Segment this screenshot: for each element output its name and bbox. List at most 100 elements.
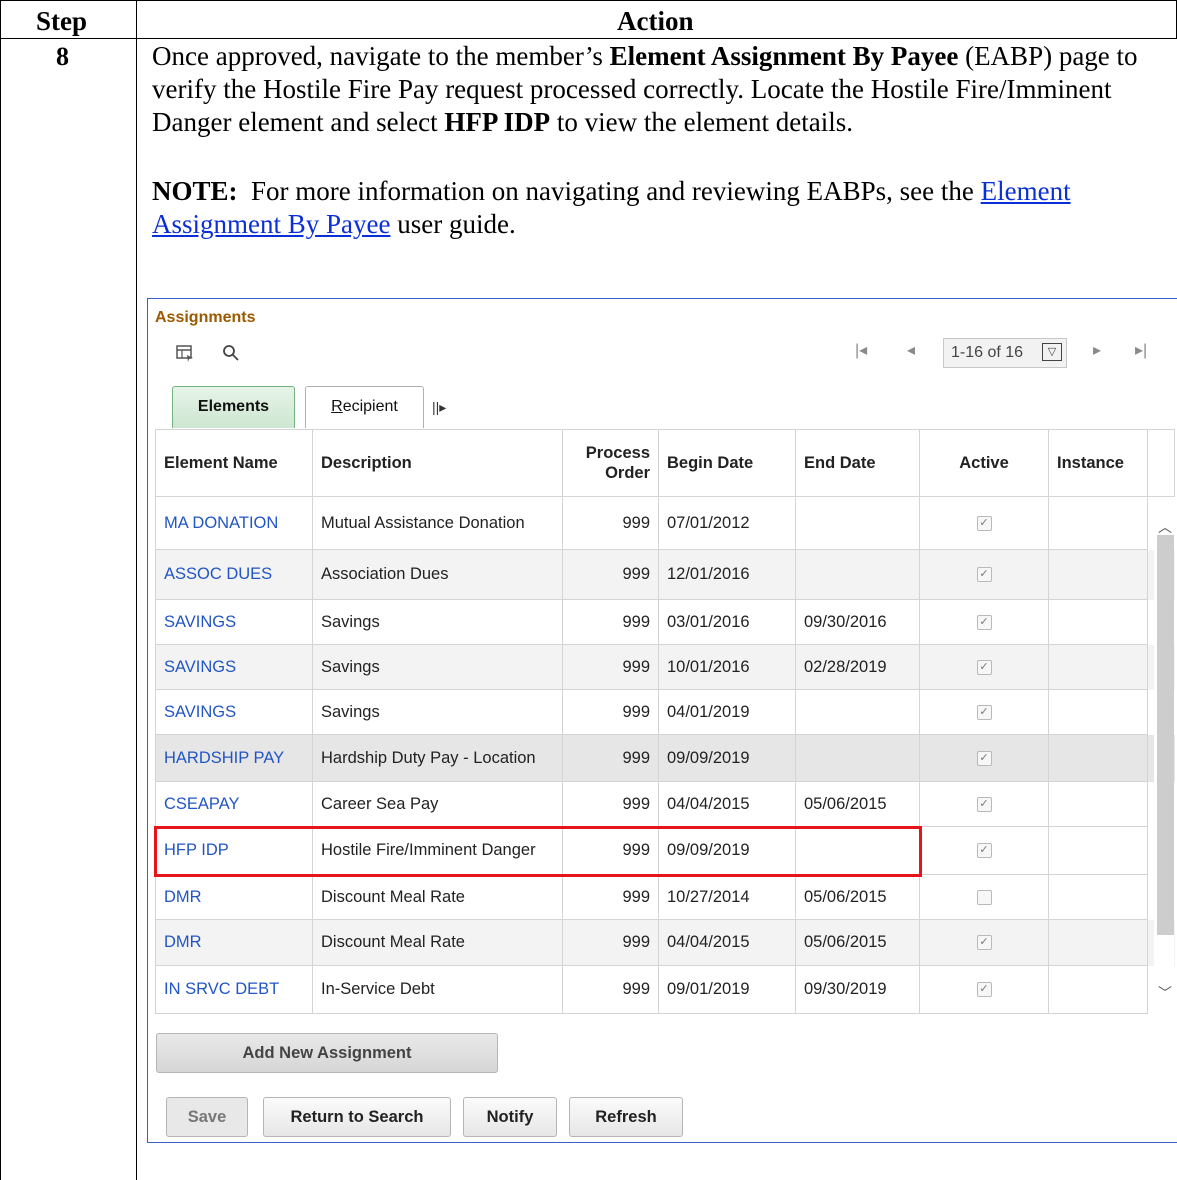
page-range-text: 1-16 of 16: [951, 344, 1024, 361]
notify-button[interactable]: Notify: [463, 1097, 557, 1137]
element-name-link[interactable]: MA DONATION: [164, 514, 278, 532]
description-cell: Hardship Duty Pay - Location: [312, 734, 563, 782]
element-name-cell: HFP IDP: [155, 826, 313, 875]
table-row[interactable]: IN SRVC DEBT In-Service Debt 999 09/01/2019…: [155, 965, 1175, 1014]
element-name-cell: IN SRVC DEBT: [155, 965, 313, 1014]
element-name-link[interactable]: IN SRVC DEBT: [164, 980, 279, 998]
refresh-button[interactable]: Refresh: [569, 1097, 683, 1137]
instance-cell: [1048, 874, 1148, 920]
instruction-text: Once approved, navigate to the member’s: [152, 41, 610, 71]
element-name-link[interactable]: ASSOC DUES: [164, 565, 272, 583]
element-name-cell: DMR: [155, 919, 313, 966]
checkbox-checked-icon: ✓: [976, 515, 992, 531]
table-left-border: [0, 0, 1, 38]
element-name-cell: DMR: [155, 874, 313, 920]
grid-header-row: Element Name Description Process Order B…: [155, 429, 1175, 497]
show-all-columns-icon[interactable]: ||▸: [432, 399, 446, 416]
col-description[interactable]: Description: [312, 429, 563, 497]
active-cell: ✓: [919, 599, 1049, 645]
active-cell: ✓: [919, 496, 1049, 550]
previous-page-icon[interactable]: ◂: [907, 340, 915, 360]
col-end-date[interactable]: End Date: [795, 429, 920, 497]
table-row[interactable]: HARDSHIP PAY Hardship Duty Pay - Location…: [155, 734, 1175, 782]
table-row[interactable]: MA DONATION Mutual Assistance Donation 999…: [155, 496, 1175, 550]
last-page-icon[interactable]: ▸|: [1135, 340, 1147, 360]
table-row[interactable]: SAVINGS Savings 999 04/01/2019 ✓: [155, 689, 1175, 735]
personalize-grid-icon[interactable]: [175, 344, 195, 364]
col-active[interactable]: Active: [919, 429, 1049, 497]
element-name-link[interactable]: SAVINGS: [164, 658, 236, 676]
scroll-up-icon[interactable]: ︿: [1155, 517, 1175, 537]
active-cell: ✓: [919, 644, 1049, 690]
checkbox-unchecked-icon: [976, 889, 992, 905]
next-page-icon[interactable]: ▸: [1093, 340, 1101, 360]
element-name-link[interactable]: SAVINGS: [164, 613, 236, 631]
grid-scrollbar[interactable]: ︿ ﹀: [1154, 519, 1175, 1008]
instance-cell: [1048, 549, 1148, 600]
column-divider: [136, 0, 137, 1180]
element-name-link[interactable]: DMR: [164, 888, 202, 906]
return-to-search-button[interactable]: Return to Search: [263, 1097, 451, 1137]
end-date-cell: [795, 826, 920, 875]
element-name-cell: MA DONATION: [155, 496, 313, 550]
add-new-assignment-button[interactable]: Add New Assignment: [156, 1033, 498, 1073]
col-instance[interactable]: Instance: [1048, 429, 1148, 497]
checkbox-checked-icon: ✓: [976, 796, 992, 812]
begin-date-cell: 09/09/2019: [658, 734, 796, 782]
element-name-link[interactable]: HFP IDP: [164, 841, 229, 859]
checkbox-checked-icon: ✓: [976, 750, 992, 766]
checkbox-checked-icon: ✓: [976, 982, 992, 998]
begin-date-cell: 10/27/2014: [658, 874, 796, 920]
instance-cell: [1048, 826, 1148, 875]
assignments-grid: Element Name Description Process Order B…: [155, 429, 1175, 1014]
table-top-border: [0, 0, 1177, 1]
element-name-cell: SAVINGS: [155, 644, 313, 690]
table-row[interactable]: CSEAPAY Career Sea Pay 999 04/04/2015 05/06/…: [155, 781, 1175, 827]
process-order-cell: 999: [562, 826, 659, 875]
instance-cell: [1048, 689, 1148, 735]
table-row[interactable]: SAVINGS Savings 999 03/01/2016 09/30/2016 ✓: [155, 599, 1175, 645]
active-cell: ✓: [919, 781, 1049, 827]
process-order-cell: 999: [562, 919, 659, 966]
description-cell: Mutual Assistance Donation: [312, 496, 563, 550]
action-column-header: Action: [617, 6, 694, 36]
table-row[interactable]: SAVINGS Savings 999 10/01/2016 02/28/2019 ✓: [155, 644, 1175, 690]
tab-recipient-label: ecipient: [342, 398, 398, 415]
scrollbar-thumb[interactable]: [1157, 535, 1174, 935]
table-row[interactable]: DMR Discount Meal Rate 999 04/04/2015 05/06/…: [155, 919, 1175, 966]
page-range-select[interactable]: 1-16 of 16 ▽: [943, 338, 1067, 368]
begin-date-cell: 04/04/2015: [658, 919, 796, 966]
instructions: Once approved, navigate to the member’s …: [152, 40, 1170, 241]
table-row[interactable]: DMR Discount Meal Rate 999 10/27/2014 05/06/…: [155, 874, 1175, 920]
description-cell: Savings: [312, 599, 563, 645]
element-name-cell: HARDSHIP PAY: [155, 734, 313, 782]
active-cell: ✓: [919, 919, 1049, 966]
col-process-order[interactable]: Process Order: [562, 429, 659, 497]
element-name-link[interactable]: DMR: [164, 933, 202, 951]
active-cell: [919, 874, 1049, 920]
instruction-bold-page-name: Element Assignment By Payee: [609, 41, 959, 71]
instance-cell: [1048, 734, 1148, 782]
col-process-order-label: Process Order: [585, 444, 650, 482]
process-order-cell: 999: [562, 644, 659, 690]
element-name-link[interactable]: HARDSHIP PAY: [164, 749, 284, 767]
table-row[interactable]: ASSOC DUES Association Dues 999 12/01/2016 ✓: [155, 549, 1175, 600]
search-icon[interactable]: [221, 344, 241, 364]
element-name-link[interactable]: SAVINGS: [164, 703, 236, 721]
begin-date-cell: 12/01/2016: [658, 549, 796, 600]
end-date-cell: [795, 496, 920, 550]
table-row[interactable]: HFP IDP Hostile Fire/Imminent Danger 999 09…: [155, 826, 1175, 875]
tab-recipient[interactable]: Recipient: [305, 386, 424, 428]
element-name-link[interactable]: CSEAPAY: [164, 795, 240, 813]
description-cell: Savings: [312, 689, 563, 735]
end-date-cell: 09/30/2016: [795, 599, 920, 645]
begin-date-cell: 04/01/2019: [658, 689, 796, 735]
chevron-down-icon: ▽: [1042, 343, 1062, 361]
scroll-down-icon[interactable]: ﹀: [1155, 983, 1175, 1003]
col-begin-date[interactable]: Begin Date: [658, 429, 796, 497]
process-order-cell: 999: [562, 689, 659, 735]
col-element-name[interactable]: Element Name: [155, 429, 313, 497]
save-button[interactable]: Save: [166, 1097, 248, 1137]
first-page-icon[interactable]: |◂: [855, 340, 867, 360]
tab-elements[interactable]: Elements: [172, 386, 295, 428]
